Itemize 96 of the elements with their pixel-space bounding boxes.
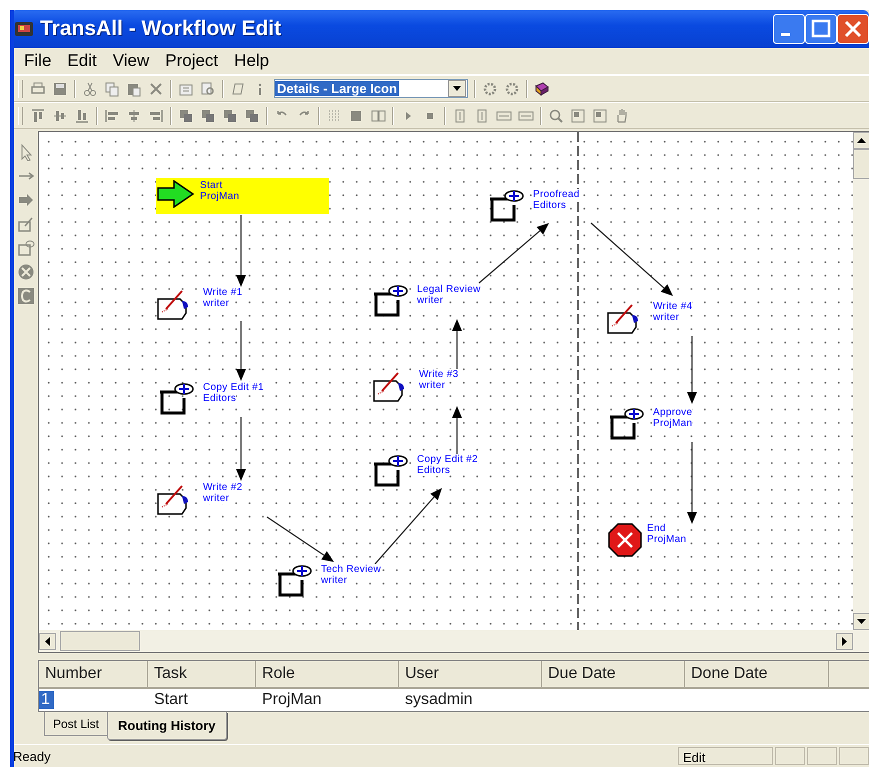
task-role: writer: [203, 298, 230, 309]
flow-arrow[interactable]: [478, 223, 549, 284]
task-role: Editors: [203, 393, 236, 404]
copy-icon[interactable]: [103, 80, 121, 98]
tab[interactable]: Post List: [44, 712, 108, 736]
task-node[interactable]: Copy Edit #2 Editors: [372, 454, 478, 488]
flow-arrow[interactable]: [452, 319, 462, 371]
flow-arrow[interactable]: [266, 516, 334, 562]
menu-item[interactable]: Project: [157, 51, 226, 71]
task-node[interactable]: Proofread Editors: [488, 189, 580, 223]
window-title: TransAll - Workflow Edit: [40, 17, 282, 41]
task-role: writer: [419, 380, 446, 391]
menu-item[interactable]: Help: [226, 51, 278, 71]
flow-arrow[interactable]: [236, 321, 246, 381]
fit-icon[interactable]: [591, 106, 609, 124]
column-header[interactable]: Done Date: [685, 661, 829, 687]
flow-arrow[interactable]: [452, 406, 462, 456]
task-node[interactable]: Tech Review writer: [276, 564, 381, 598]
table-cell-text: ProjMan: [261, 691, 323, 709]
column-header[interactable]: Role: [256, 661, 399, 687]
horizontal-scrollbar[interactable]: [39, 630, 869, 652]
task-node[interactable]: Write #4 writer: [606, 301, 692, 335]
app-icon: [14, 20, 34, 38]
column-header[interactable]: User: [399, 661, 542, 687]
task-role: ProjMan: [653, 418, 692, 429]
scroll-thumb[interactable]: [853, 149, 869, 179]
task-name: Write #4: [653, 301, 692, 312]
task-name: Write #1: [203, 287, 242, 298]
task-node[interactable]: End ProjMan: [608, 523, 686, 557]
edit-task-icon[interactable]: [17, 215, 35, 233]
flow-arrow[interactable]: [236, 417, 246, 481]
task-role: writer: [417, 295, 444, 306]
task-name: Tech Review: [321, 564, 381, 575]
status-panel: [775, 747, 805, 765]
task-role: writer: [203, 493, 230, 504]
status-mode: Edit: [678, 747, 773, 765]
flow-arrow[interactable]: [374, 488, 442, 564]
task-name: Copy Edit #2: [417, 454, 478, 465]
task-node[interactable]: Write #1 writer: [156, 287, 242, 321]
menu-item[interactable]: Edit: [59, 51, 105, 71]
task-name: Approve: [653, 407, 692, 418]
book-icon[interactable]: [533, 80, 551, 98]
vertical-scrollbar[interactable]: [853, 132, 869, 630]
task-role: writer: [653, 312, 680, 323]
task-node[interactable]: Approve ProjMan: [608, 407, 692, 441]
status-panel: [807, 747, 837, 765]
task-name: Copy Edit #1: [203, 382, 264, 393]
task-name: Write #3: [419, 369, 458, 380]
status-message: Ready: [14, 748, 52, 764]
task-name: Proofread: [533, 189, 580, 200]
tab[interactable]: Routing History: [107, 712, 227, 740]
view-dropdown[interactable]: Details - Large Icon: [274, 79, 468, 98]
flow-arrow[interactable]: [687, 336, 697, 404]
maximize-button[interactable]: [805, 14, 837, 44]
thick-arrow-icon[interactable]: [17, 191, 35, 209]
scroll-left-icon[interactable]: [45, 636, 50, 646]
menu-item[interactable]: View: [104, 51, 158, 71]
task-name: Start: [200, 180, 223, 191]
column-header[interactable]: Due Date: [542, 661, 685, 687]
menu-item[interactable]: File: [16, 51, 60, 71]
column-header[interactable]: Task: [148, 661, 256, 687]
task-node[interactable]: Write #2 writer: [156, 482, 242, 516]
table-cell-text: sysadmin: [404, 691, 474, 709]
task-name: Legal Review: [417, 284, 481, 295]
task-role: Editors: [533, 200, 566, 211]
task-name: End: [647, 523, 666, 534]
task-name: Write #2: [203, 482, 242, 493]
container-icon[interactable]: [17, 287, 35, 305]
scroll-right-icon[interactable]: [842, 636, 847, 646]
scroll-up-icon[interactable]: [857, 138, 866, 143]
task-node[interactable]: Write #3 writer: [372, 369, 458, 403]
task-role: Editors: [417, 465, 450, 476]
table-cell-text: Start: [153, 691, 189, 709]
column-header[interactable]: Number: [39, 661, 148, 687]
close-button[interactable]: [837, 14, 869, 44]
align-top-icon[interactable]: [29, 106, 47, 124]
flow-arrow[interactable]: [687, 442, 697, 524]
status-panel: [839, 747, 869, 765]
arrow-icon: [157, 180, 195, 208]
stop-sign-icon: [608, 523, 642, 557]
dropdown-arrow-icon[interactable]: [453, 86, 461, 91]
fit-icon[interactable]: [569, 106, 587, 124]
task-node[interactable]: Start ProjMan: [156, 178, 329, 214]
review-task-icon[interactable]: [17, 239, 35, 257]
flow-arrow[interactable]: [236, 215, 246, 287]
task-role: writer: [321, 575, 348, 586]
task-role: ProjMan: [647, 534, 686, 545]
flow-arrow[interactable]: [590, 222, 673, 296]
scroll-thumb[interactable]: [60, 631, 140, 651]
task-node[interactable]: Legal Review writer: [372, 284, 481, 318]
task-role: ProjMan: [200, 191, 240, 202]
minimize-button[interactable]: [773, 14, 805, 44]
scroll-down-icon[interactable]: [857, 619, 866, 624]
task-node[interactable]: Copy Edit #1 Editors: [158, 382, 264, 416]
stop-icon[interactable]: [17, 263, 35, 281]
table-cell: 1: [39, 691, 54, 709]
